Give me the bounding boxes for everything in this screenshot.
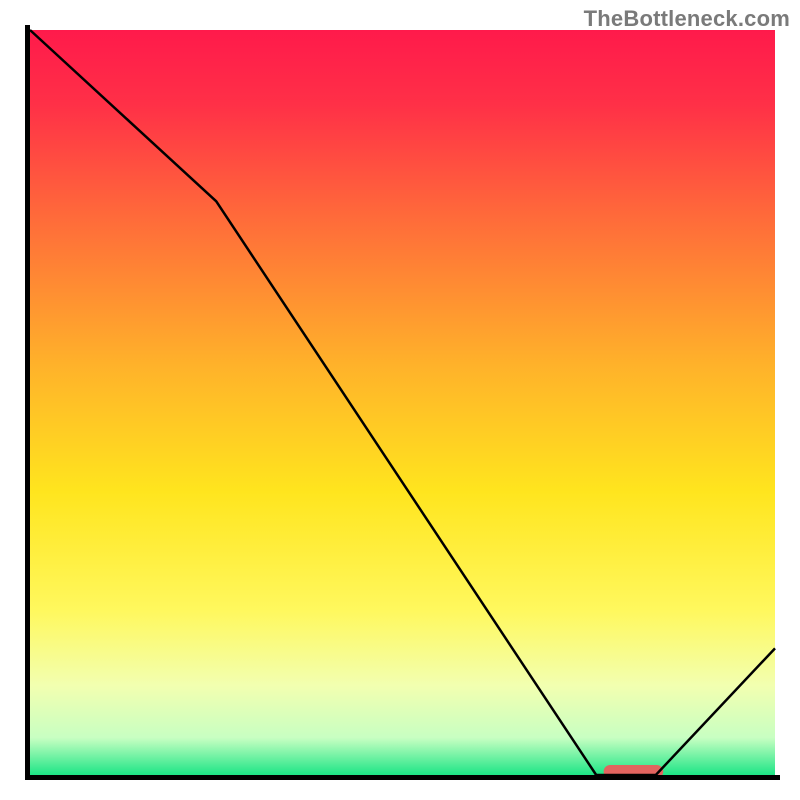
y-axis: [25, 25, 30, 780]
chart-frame: TheBottleneck.com: [0, 0, 800, 800]
x-axis: [25, 775, 780, 780]
gradient-background: [30, 30, 775, 775]
bottleneck-chart: [0, 0, 800, 800]
